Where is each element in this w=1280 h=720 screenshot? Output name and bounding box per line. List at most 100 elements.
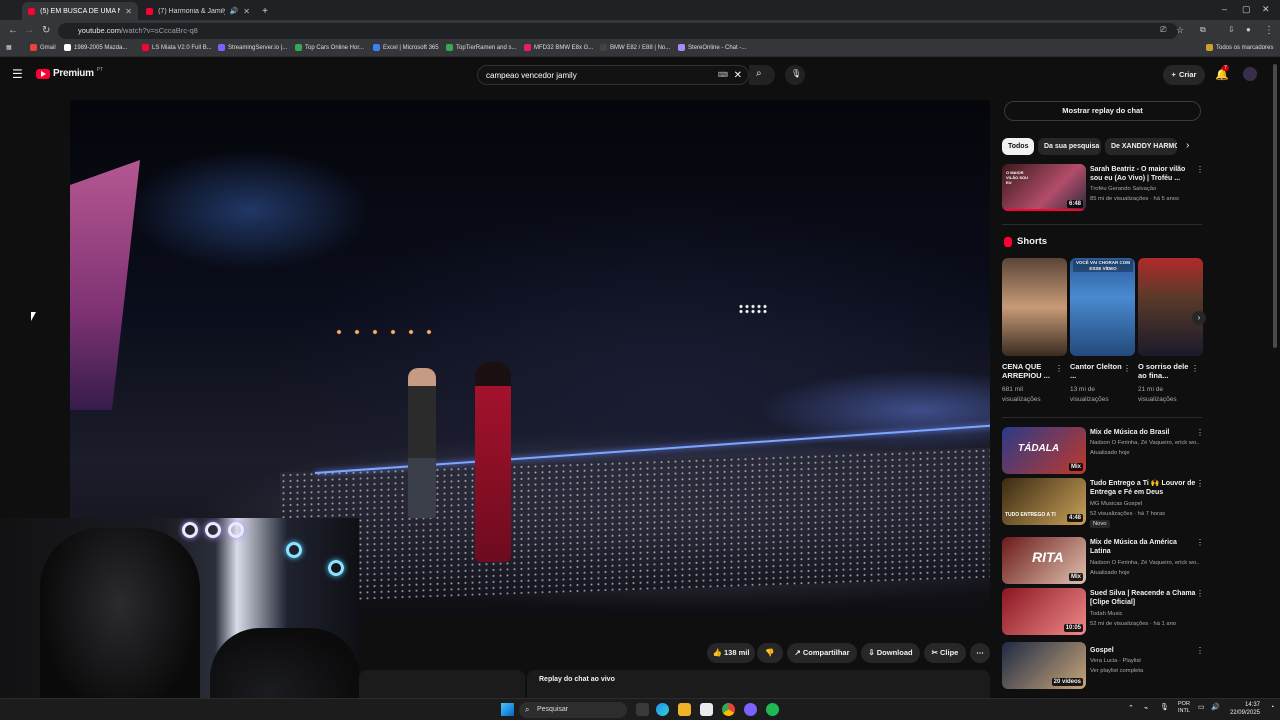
more-options-icon[interactable]: ⋮ [1055, 364, 1063, 373]
display-icon[interactable]: ▭ [1198, 703, 1205, 711]
bookmark-item[interactable]: BMW E82 / E88 | No... [600, 44, 670, 51]
like-button[interactable]: 👍 138 mil [707, 643, 755, 663]
clear-search-icon[interactable]: ✕ [734, 66, 742, 85]
show-chat-replay-button[interactable]: Mostrar replay do chat [1004, 101, 1201, 121]
chrome-icon[interactable] [722, 703, 735, 716]
menu-kebab-icon[interactable]: ⋮ [1264, 25, 1274, 36]
channel-name[interactable]: Vera Lucia · Playlist [1090, 657, 1141, 665]
short-thumbnail[interactable] [1002, 258, 1067, 356]
task-view-icon[interactable] [636, 703, 649, 716]
browser-tab[interactable]: (7) Harmonia & Jamily - Co 🔊 ✕ [140, 2, 256, 20]
short-thumbnail[interactable] [1138, 258, 1203, 356]
downloads-icon[interactable]: ⇩ [1228, 25, 1235, 34]
profile-icon[interactable]: ● [1246, 25, 1251, 34]
keyboard-icon[interactable]: ⌨ [718, 66, 728, 85]
clock[interactable]: 14:37 22/09/2025 [1230, 701, 1260, 717]
video-title[interactable]: Gospel [1090, 646, 1188, 655]
chip-all[interactable]: Todos [1002, 138, 1034, 155]
bookmark-item[interactable]: MFD32 BMW E8x G... [524, 44, 593, 51]
bookmark-item[interactable]: StereOnline - Chat -... [678, 44, 746, 51]
playlist-thumbnail[interactable]: 20 vídeos [1002, 642, 1086, 689]
chip-channel[interactable]: De XANDDY HARMO [1105, 138, 1177, 155]
close-tab-icon[interactable]: ✕ [125, 7, 132, 16]
description-panel[interactable] [359, 670, 525, 698]
channel-name[interactable]: MG Musicas Gospel [1090, 500, 1142, 508]
share-button[interactable]: ↗ Compartilhar [787, 643, 857, 663]
channel-name[interactable]: Nadson O Ferinha, Zé Vaqueiro, erick wo.… [1090, 439, 1200, 447]
file-explorer-icon[interactable] [678, 703, 691, 716]
all-bookmarks-folder[interactable]: Todos os marcadores [1206, 44, 1273, 51]
app-icon[interactable] [744, 703, 757, 716]
apps-grid-icon[interactable]: ▦ [6, 44, 12, 51]
avatar[interactable] [1243, 67, 1257, 81]
view-playlist-link[interactable]: Ver playlist completa [1090, 667, 1143, 675]
language-indicator[interactable]: POR INTL [1178, 701, 1190, 715]
extensions-icon[interactable]: ⧉ [1200, 25, 1206, 35]
short-title[interactable]: O sorriso dele ao fina... [1138, 362, 1190, 380]
video-title[interactable]: Mix de Música da América Latina [1090, 538, 1188, 556]
bookmark-item[interactable]: LS Miata V2.0 Full B... [142, 44, 212, 51]
short-thumbnail[interactable]: VOCÊ VAI CHORAR COM ESSE VÍDEO [1070, 258, 1135, 356]
video-title[interactable]: Tudo Entrego a Ti 🙌 Louvor de Entrega e … [1090, 479, 1200, 497]
taskbar-search[interactable]: ⌕ Pesquisar [519, 702, 627, 718]
bookmark-item[interactable]: StreamingServer.io |... [218, 44, 287, 51]
more-options-icon[interactable]: ⋮ [1191, 364, 1199, 373]
edge-icon[interactable] [656, 703, 669, 716]
more-options-icon[interactable]: ⋮ [1196, 428, 1204, 437]
video-title[interactable]: Mix de Música do Brasil [1090, 428, 1188, 437]
bookmark-item[interactable]: Gmail [30, 44, 56, 51]
more-options-icon[interactable]: ⋮ [1196, 646, 1204, 655]
video-thumbnail[interactable]: TUDO ENTREGO A TI 4:48 [1002, 478, 1086, 525]
channel-name[interactable]: Nadson O Ferinha, Zé Vaqueiro, erick wo.… [1090, 559, 1200, 567]
channel-name[interactable]: Todah Music [1090, 610, 1123, 618]
start-icon[interactable] [501, 703, 514, 716]
mic-icon[interactable]: 🎙 [1160, 703, 1169, 711]
create-button[interactable]: + Criar [1163, 65, 1205, 85]
video-title[interactable]: Sarah Beatriz - O maior vilão sou eu (Ao… [1090, 165, 1188, 183]
more-options-icon[interactable]: ⋮ [1196, 479, 1204, 488]
clip-button[interactable]: ✂ Clipe [924, 643, 966, 663]
bookmark-star-icon[interactable]: ☆ [1176, 25, 1184, 36]
bookmark-item[interactable]: 1989-2005 Mazda... [64, 44, 127, 51]
back-icon[interactable]: ← [8, 25, 18, 36]
video-thumbnail[interactable]: TÁDALA Mix [1002, 427, 1086, 474]
bookmark-item[interactable]: TopTierRamen and s... [446, 44, 516, 51]
search-button[interactable]: ⌕ [749, 65, 775, 85]
search-input[interactable]: campeao vencedor jamily ⌨ ✕ [477, 65, 749, 85]
video-thumbnail[interactable]: O MAIOR VILÃO SOU EU 6:48 [1002, 164, 1086, 211]
maximize-icon[interactable]: ▢ [1242, 4, 1251, 15]
close-window-icon[interactable]: ✕ [1262, 4, 1270, 15]
more-options-icon[interactable]: ⋮ [1123, 364, 1131, 373]
chevron-right-icon[interactable]: › [1192, 311, 1206, 325]
hamburger-menu-icon[interactable]: ☰ [12, 67, 23, 81]
short-title[interactable]: CENA QUE ARREPIOU ... [1002, 362, 1054, 380]
voice-search-button[interactable]: 🎙 [785, 65, 805, 85]
chip-from-search[interactable]: Da sua pesquisa [1038, 138, 1101, 155]
reload-icon[interactable]: ↻ [42, 25, 50, 36]
minimize-icon[interactable]: – [1222, 4, 1227, 14]
video-title[interactable]: Sued Silva | Reacende a Chama [Clipe Ofi… [1090, 589, 1202, 607]
volume-icon[interactable]: 🔊 [1211, 703, 1220, 711]
notification-center-icon[interactable]: ◔ [1270, 704, 1274, 711]
more-options-icon[interactable]: ⋮ [1196, 165, 1204, 174]
video-thumbnail[interactable]: 10:05 [1002, 588, 1086, 635]
network-icon[interactable]: ⌁ [1144, 704, 1148, 712]
bookmark-item[interactable]: Excel | Microsoft 365 [373, 44, 439, 51]
browser-tab[interactable]: (5) EM BUSCA DE UMA NOVA ( ✕ [22, 2, 138, 20]
tray-chevron-icon[interactable]: ⌃ [1128, 704, 1134, 712]
short-title[interactable]: Cantor Clelton ... [1070, 362, 1122, 380]
video-thumbnail[interactable]: RITA Mix [1002, 537, 1086, 584]
address-bar[interactable]: youtube.com/watch?v=sCccaBrc-q8 [58, 23, 1178, 39]
chevron-right-icon[interactable]: › [1186, 140, 1189, 151]
download-button[interactable]: ⇩ Download [861, 643, 920, 663]
page-scrollbar[interactable] [1273, 64, 1277, 348]
store-icon[interactable] [700, 703, 713, 716]
bookmark-item[interactable]: Top Cars Online Hor... [295, 44, 364, 51]
dislike-button[interactable]: 👎 [757, 643, 783, 663]
youtube-logo[interactable]: Premium PT [36, 67, 103, 79]
more-options-icon[interactable]: ⋮ [1196, 538, 1204, 547]
chat-replay-panel[interactable]: Replay do chat ao vivo [527, 670, 990, 698]
cast-icon[interactable]: ⎚ [1160, 25, 1166, 35]
spotify-icon[interactable] [766, 703, 779, 716]
more-actions-button[interactable]: ⋯ [970, 643, 990, 663]
